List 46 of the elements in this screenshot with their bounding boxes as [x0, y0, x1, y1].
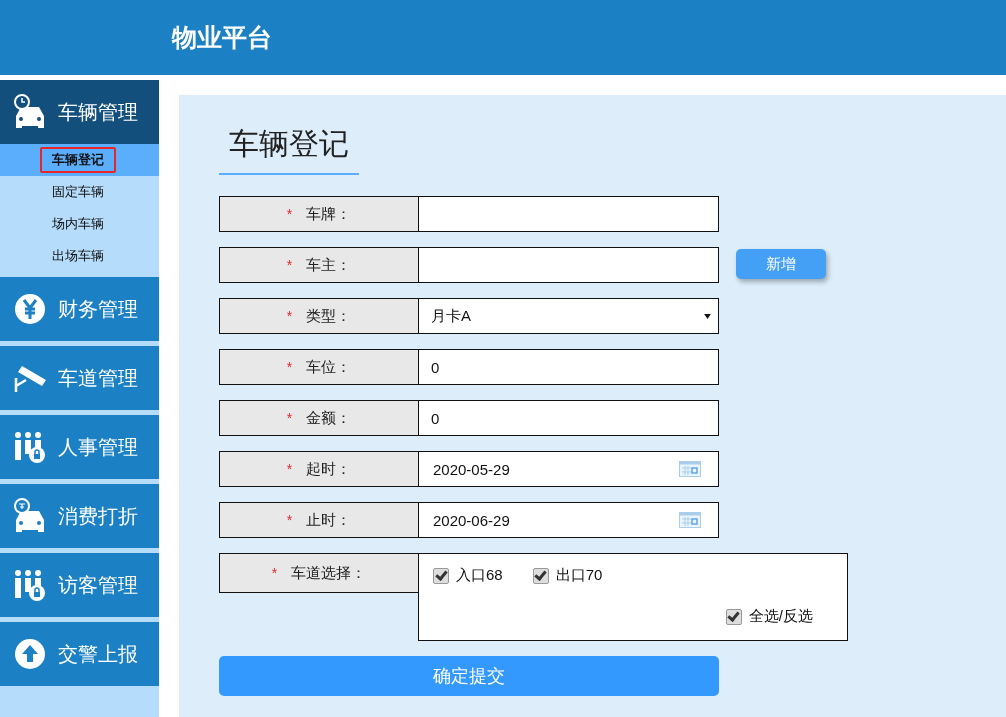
field-label: 类型：	[306, 306, 352, 326]
submenu-item[interactable]: 出场车辆	[40, 243, 116, 269]
field-label: 车道选择：	[291, 563, 367, 583]
required-mark: *	[286, 206, 293, 222]
checkbox[interactable]	[532, 567, 549, 584]
sidebar-menu-item[interactable]: 交警上报	[0, 622, 159, 686]
date-field[interactable]: 2020-06-29	[419, 502, 719, 538]
submenu-item[interactable]: 车辆登记	[40, 147, 116, 173]
submenu-item[interactable]: 场内车辆	[40, 211, 116, 237]
checkbox[interactable]	[433, 567, 449, 584]
people-lock-icon	[12, 567, 48, 603]
text-field[interactable]: 0	[419, 349, 719, 385]
field-label: 车牌：	[306, 204, 352, 224]
checkbox-label: 全选/反选	[748, 607, 813, 626]
select-field[interactable]: 月卡A	[419, 298, 719, 334]
field-label: 车主：	[306, 255, 352, 275]
required-mark: *	[286, 308, 293, 324]
field-label: 车位：	[306, 357, 352, 377]
text-field[interactable]: 0	[419, 400, 719, 436]
field-label: 金额：	[306, 408, 352, 428]
required-mark: *	[286, 461, 293, 477]
required-mark: *	[286, 257, 293, 273]
date-field[interactable]: 2020-05-29	[419, 451, 719, 487]
yen-icon	[12, 291, 48, 327]
submenu-item[interactable]: 固定车辆	[40, 179, 116, 205]
sidebar-menu-item[interactable]: 财务管理	[0, 277, 159, 341]
sidebar-menu-item[interactable]: 人事管理	[0, 415, 159, 479]
sidebar-menu-item[interactable]: 车辆管理	[0, 80, 159, 144]
checkbox-label: 出口70	[555, 566, 603, 585]
sidebar-menu-item[interactable]: 访客管理	[0, 553, 159, 617]
dropdown-caret-icon	[704, 314, 711, 319]
sidebar-menu-item[interactable]: 车道管理	[0, 346, 159, 410]
app-title: 物业平台	[172, 22, 272, 53]
required-mark: *	[271, 565, 278, 581]
field-label: 止时：	[306, 510, 352, 530]
text-field[interactable]	[419, 247, 719, 283]
required-mark: *	[286, 359, 293, 375]
field-label: 起时：	[306, 459, 352, 479]
required-mark: *	[286, 410, 293, 426]
page-title: 车辆登记	[219, 127, 359, 175]
checkbox[interactable]	[725, 608, 742, 625]
required-mark: *	[286, 512, 293, 528]
people-lock-icon	[12, 429, 48, 465]
checkbox-label: 入口68	[456, 566, 503, 585]
sidebar-menu-item[interactable]: 消费打折	[0, 484, 159, 548]
text-field[interactable]	[419, 196, 719, 232]
